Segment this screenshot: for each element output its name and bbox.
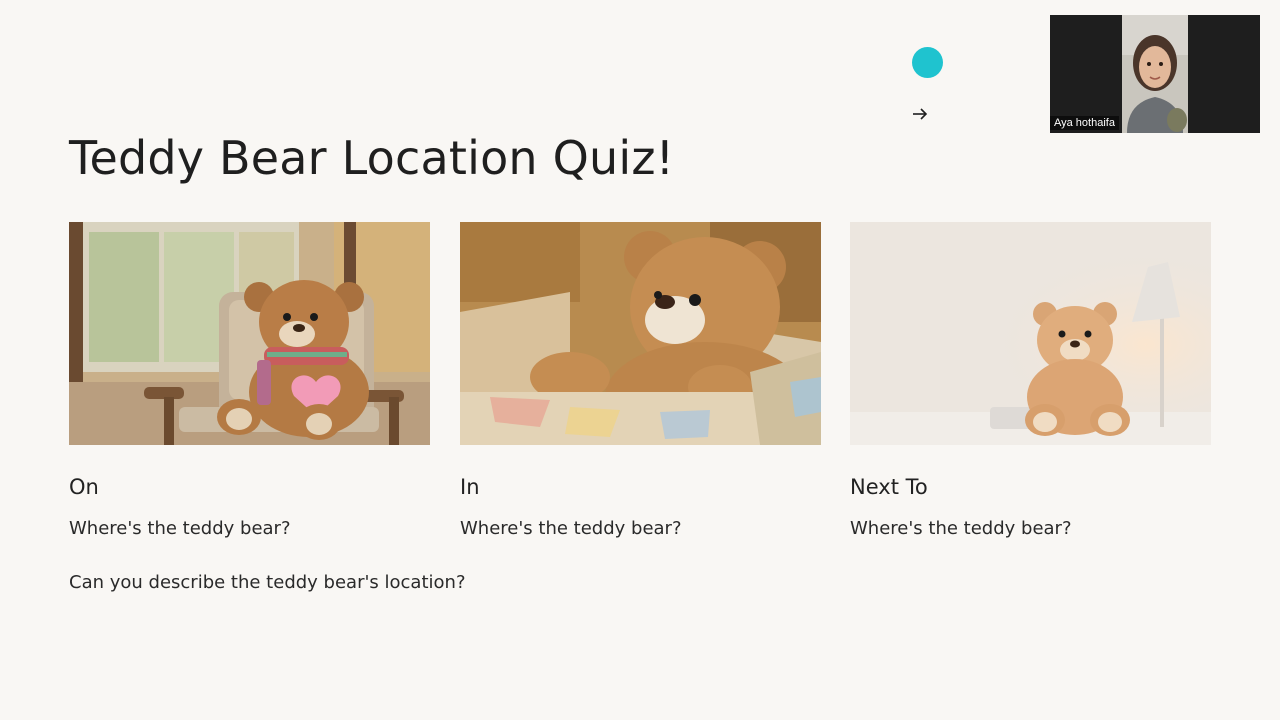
card-in: In Where's the teddy bear? — [460, 222, 821, 539]
card-label-in: In — [460, 475, 480, 499]
bottom-question: Can you describe the teddy bear's locati… — [69, 572, 466, 593]
card-label-next-to: Next To — [850, 475, 928, 499]
participant-name: Aya hothaifa — [1050, 116, 1119, 130]
teddy-in-box-image — [460, 222, 821, 445]
participant-video-feed — [1122, 15, 1188, 133]
card-on: On Where's the teddy bear? — [69, 222, 430, 539]
arrow-right-icon[interactable] — [910, 104, 930, 124]
participant-video-tile[interactable]: Aya hothaifa — [1050, 15, 1260, 133]
card-label-on: On — [69, 475, 99, 499]
teddy-next-to-lamp-image — [850, 222, 1211, 445]
teddy-on-chair-image — [69, 222, 430, 445]
card-question-in: Where's the teddy bear? — [460, 518, 682, 539]
card-next-to: Next To Where's the teddy bear? — [850, 222, 1211, 539]
card-question-next-to: Where's the teddy bear? — [850, 518, 1072, 539]
slide-title: Teddy Bear Location Quiz! — [69, 131, 675, 185]
card-question-on: Where's the teddy bear? — [69, 518, 291, 539]
laser-pointer-dot — [912, 47, 943, 78]
